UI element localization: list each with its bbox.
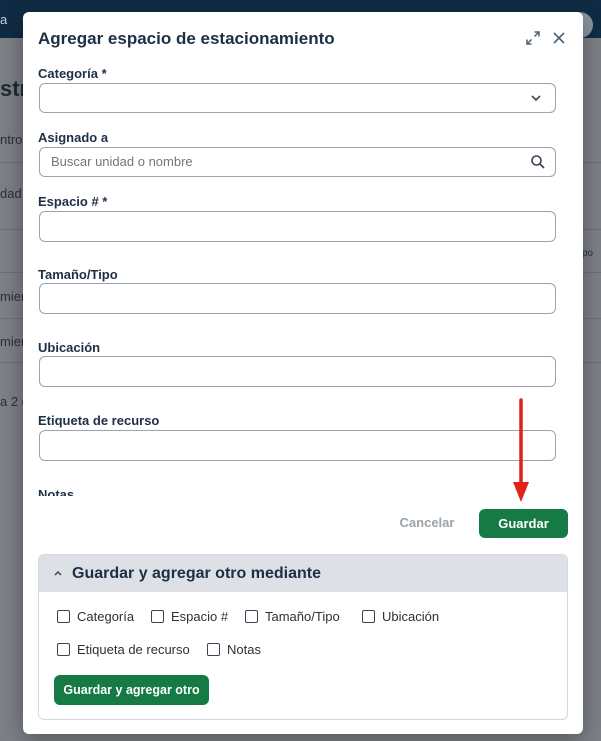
background-text: ntro [0, 132, 23, 147]
category-select[interactable] [39, 83, 556, 113]
checkbox-box[interactable] [151, 610, 164, 623]
dialog-title: Agregar espacio de estacionamiento [38, 29, 335, 48]
save-and-add-panel: Guardar y agregar otro mediante Categorí… [38, 554, 568, 720]
assigned-to-label: Asignado a [38, 130, 109, 145]
expand-icon[interactable] [525, 30, 541, 46]
chevron-up-icon [54, 570, 62, 576]
checkbox-box[interactable] [207, 643, 220, 656]
space-number-input[interactable] [39, 211, 556, 242]
annotation-arrow-icon [513, 398, 529, 502]
checkbox-label: Etiqueta de recurso [77, 642, 190, 657]
checkbox-label: Espacio # [171, 609, 229, 624]
checkbox-box[interactable] [57, 610, 70, 623]
checkbox-category[interactable]: Categoría [57, 609, 134, 624]
asset-tag-input[interactable] [39, 430, 556, 461]
notes-label: Notas [38, 487, 75, 496]
location-label: Ubicación [38, 340, 101, 355]
topbar-text: a [0, 12, 8, 27]
background-text: mier [0, 334, 26, 349]
space-number-label: Espacio # * [38, 194, 108, 209]
save-and-add-panel-title: Guardar y agregar otro mediante [72, 565, 321, 582]
size-type-label: Tamaño/Tipo [38, 267, 118, 282]
background-text: mier [0, 289, 26, 304]
checkbox-notes[interactable]: Notas [207, 642, 261, 657]
background-text: po [581, 248, 593, 259]
checkbox-label: Ubicación [382, 609, 440, 624]
checkbox-box[interactable] [245, 610, 258, 623]
checkbox-label: Tamaño/Tipo [265, 609, 340, 624]
checkbox-box[interactable] [57, 643, 70, 656]
size-type-input[interactable] [39, 283, 556, 314]
save-and-add-another-button[interactable]: Guardar y agregar otro [54, 675, 209, 705]
background-text: dad [0, 186, 22, 201]
cancel-button[interactable]: Cancelar [387, 509, 467, 537]
asset-tag-label: Etiqueta de recurso [38, 413, 160, 428]
close-icon[interactable] [551, 30, 567, 46]
search-icon[interactable] [530, 154, 546, 170]
chevron-down-icon [531, 95, 541, 102]
save-and-add-panel-header[interactable]: Guardar y agregar otro mediante [39, 555, 567, 592]
assigned-to-search-input[interactable] [51, 148, 511, 176]
checkbox-size-type[interactable]: Tamaño/Tipo [245, 609, 340, 624]
category-label: Categoría * [38, 66, 107, 81]
checkbox-label: Notas [227, 642, 261, 657]
save-button[interactable]: Guardar [479, 509, 568, 538]
location-input[interactable] [39, 356, 556, 387]
add-parking-space-dialog: Agregar espacio de estacionamiento Categ… [23, 12, 583, 734]
checkbox-label: Categoría [77, 609, 135, 624]
checkbox-box[interactable] [362, 610, 375, 623]
checkbox-space-number[interactable]: Espacio # [151, 609, 228, 624]
assigned-to-field [39, 147, 556, 177]
checkbox-location[interactable]: Ubicación [362, 609, 439, 624]
checkbox-asset-tag[interactable]: Etiqueta de recurso [57, 642, 190, 657]
